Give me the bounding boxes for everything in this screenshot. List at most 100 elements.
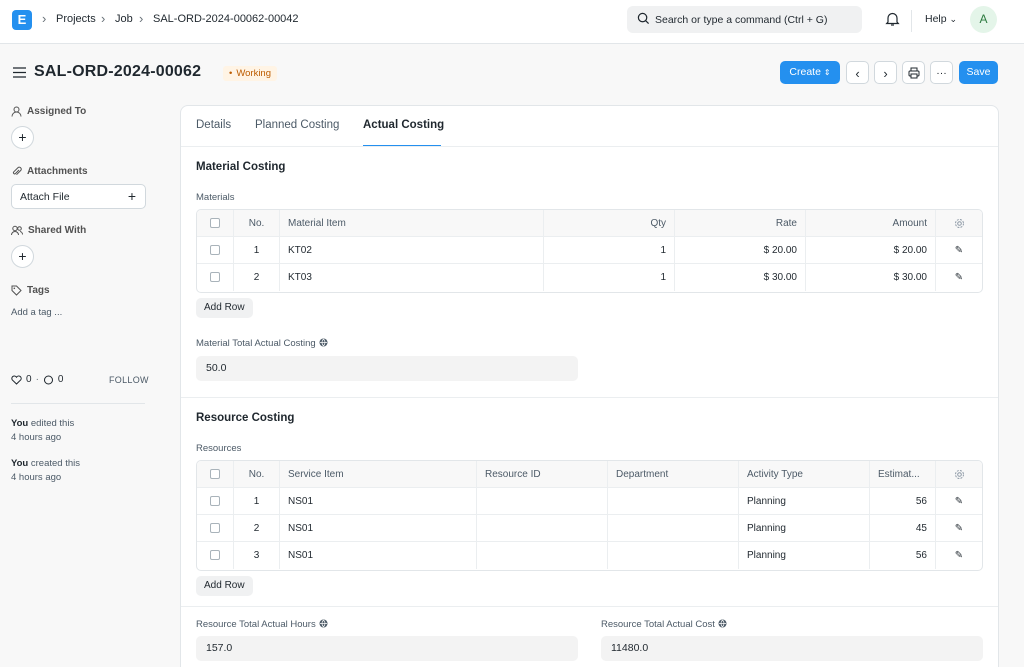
column-header: Amount bbox=[806, 210, 936, 237]
paperclip-icon bbox=[12, 166, 22, 176]
resource-cost-label: Resource Total Actual Cost bbox=[601, 619, 727, 630]
estimated-cell[interactable]: 56 bbox=[870, 488, 936, 515]
breadcrumb-job[interactable]: Job bbox=[115, 13, 133, 25]
edit-row-button[interactable]: ✎ bbox=[936, 515, 982, 542]
row-number: 1 bbox=[234, 488, 280, 515]
add-share-button[interactable]: + bbox=[11, 245, 34, 268]
service-item-cell[interactable]: NS01 bbox=[280, 542, 477, 569]
gear-icon bbox=[954, 218, 964, 228]
column-header: Qty bbox=[544, 210, 675, 237]
breadcrumb-projects[interactable]: Projects bbox=[56, 13, 96, 25]
column-settings-button[interactable] bbox=[936, 461, 982, 488]
row-checkbox[interactable] bbox=[197, 515, 234, 542]
row-checkbox[interactable] bbox=[197, 264, 234, 291]
breadcrumb-current[interactable]: SAL-ORD-2024-00062-00042 bbox=[153, 13, 299, 25]
create-button[interactable]: Create ⇕ bbox=[780, 61, 840, 84]
table-row[interactable]: 3 NS01 Planning 56 ✎ bbox=[197, 542, 982, 569]
more-actions-button[interactable]: ··· bbox=[930, 61, 953, 84]
save-button[interactable]: Save bbox=[959, 61, 998, 84]
department-cell[interactable] bbox=[608, 515, 739, 542]
divider bbox=[181, 606, 998, 607]
resource-hours-field[interactable]: 157.0 bbox=[196, 636, 578, 661]
resource-hours-label: Resource Total Actual Hours bbox=[196, 619, 328, 630]
tag-icon bbox=[11, 285, 22, 296]
chevron-right-icon: › bbox=[883, 66, 888, 81]
previous-button[interactable]: ‹ bbox=[846, 61, 869, 84]
qty-cell[interactable]: 1 bbox=[544, 237, 675, 264]
follow-button[interactable]: FOLLOW bbox=[109, 375, 149, 385]
table-header: No. Service Item Resource ID Department … bbox=[197, 461, 982, 488]
activity-type-cell[interactable]: Planning bbox=[739, 488, 870, 515]
tab-actual-costing[interactable]: Actual Costing bbox=[363, 119, 444, 131]
divider bbox=[181, 146, 998, 147]
qty-cell[interactable]: 1 bbox=[544, 264, 675, 291]
rate-cell[interactable]: $ 30.00 bbox=[675, 264, 806, 291]
row-number: 1 bbox=[234, 237, 280, 264]
activity-time: 4 hours ago bbox=[11, 432, 62, 443]
heart-icon[interactable] bbox=[11, 375, 22, 385]
department-cell[interactable] bbox=[608, 542, 739, 569]
help-dropdown[interactable]: Help ⌄ bbox=[925, 13, 957, 25]
estimated-cell[interactable]: 56 bbox=[870, 542, 936, 569]
add-row-button[interactable]: Add Row bbox=[196, 576, 253, 596]
select-all-checkbox[interactable] bbox=[197, 461, 234, 488]
comment-count: 0 bbox=[57, 374, 64, 385]
status-badge: Working bbox=[223, 66, 277, 81]
add-assignee-button[interactable]: + bbox=[11, 126, 34, 149]
divider bbox=[181, 397, 998, 398]
table-row[interactable]: 2 KT03 1 $ 30.00 $ 30.00 ✎ bbox=[197, 264, 982, 291]
service-item-cell[interactable]: NS01 bbox=[280, 515, 477, 542]
column-header: Department bbox=[608, 461, 739, 488]
row-checkbox[interactable] bbox=[197, 542, 234, 569]
edit-row-button[interactable]: ✎ bbox=[936, 264, 982, 291]
column-settings-button[interactable] bbox=[936, 210, 982, 237]
next-button[interactable]: › bbox=[874, 61, 897, 84]
edit-row-button[interactable]: ✎ bbox=[936, 488, 982, 515]
globe-icon bbox=[319, 619, 328, 628]
row-checkbox[interactable] bbox=[197, 488, 234, 515]
tab-details[interactable]: Details bbox=[196, 119, 231, 131]
resource-id-cell[interactable] bbox=[477, 542, 608, 569]
material-item-cell[interactable]: KT02 bbox=[280, 237, 544, 264]
search-placeholder: Search or type a command (Ctrl + G) bbox=[655, 14, 828, 26]
print-button[interactable] bbox=[902, 61, 925, 84]
search-icon bbox=[637, 12, 650, 25]
table-row[interactable]: 2 NS01 Planning 45 ✎ bbox=[197, 515, 982, 542]
activity-type-cell[interactable]: Planning bbox=[739, 542, 870, 569]
select-all-checkbox[interactable] bbox=[197, 210, 234, 237]
edit-row-button[interactable]: ✎ bbox=[936, 542, 982, 569]
app-logo[interactable]: E bbox=[12, 10, 32, 30]
resource-cost-field[interactable]: 11480.0 bbox=[601, 636, 983, 661]
add-tag-link[interactable]: Add a tag ... bbox=[11, 307, 62, 318]
tab-planned-costing[interactable]: Planned Costing bbox=[255, 119, 339, 131]
bell-icon[interactable] bbox=[885, 11, 900, 27]
amount-cell[interactable]: $ 20.00 bbox=[806, 237, 936, 264]
chevron-left-icon: ‹ bbox=[855, 66, 860, 81]
service-item-cell[interactable]: NS01 bbox=[280, 488, 477, 515]
users-icon bbox=[11, 225, 23, 236]
material-total-field[interactable]: 50.0 bbox=[196, 356, 578, 381]
attach-file-button[interactable]: Attach File + bbox=[11, 184, 146, 209]
rate-cell[interactable]: $ 20.00 bbox=[675, 237, 806, 264]
pencil-icon: ✎ bbox=[954, 272, 964, 283]
estimated-cell[interactable]: 45 bbox=[870, 515, 936, 542]
avatar[interactable]: A bbox=[970, 6, 997, 33]
table-row[interactable]: 1 NS01 Planning 56 ✎ bbox=[197, 488, 982, 515]
amount-cell[interactable]: $ 30.00 bbox=[806, 264, 936, 291]
activity-item: You created this 4 hours ago bbox=[11, 457, 80, 485]
department-cell[interactable] bbox=[608, 488, 739, 515]
material-item-cell[interactable]: KT03 bbox=[280, 264, 544, 291]
resource-id-cell[interactable] bbox=[477, 488, 608, 515]
comment-icon[interactable] bbox=[43, 375, 54, 385]
add-row-button[interactable]: Add Row bbox=[196, 298, 253, 318]
table-row[interactable]: 1 KT02 1 $ 20.00 $ 20.00 ✎ bbox=[197, 237, 982, 264]
sidebar-toggle-icon[interactable] bbox=[13, 67, 26, 78]
resource-id-cell[interactable] bbox=[477, 515, 608, 542]
activity-type-cell[interactable]: Planning bbox=[739, 515, 870, 542]
help-label: Help bbox=[925, 13, 947, 25]
edit-row-button[interactable]: ✎ bbox=[936, 237, 982, 264]
row-checkbox[interactable] bbox=[197, 237, 234, 264]
search-bar[interactable]: Search or type a command (Ctrl + G) bbox=[627, 6, 862, 33]
divider bbox=[11, 403, 145, 404]
chevron-right-icon: › bbox=[42, 11, 47, 26]
